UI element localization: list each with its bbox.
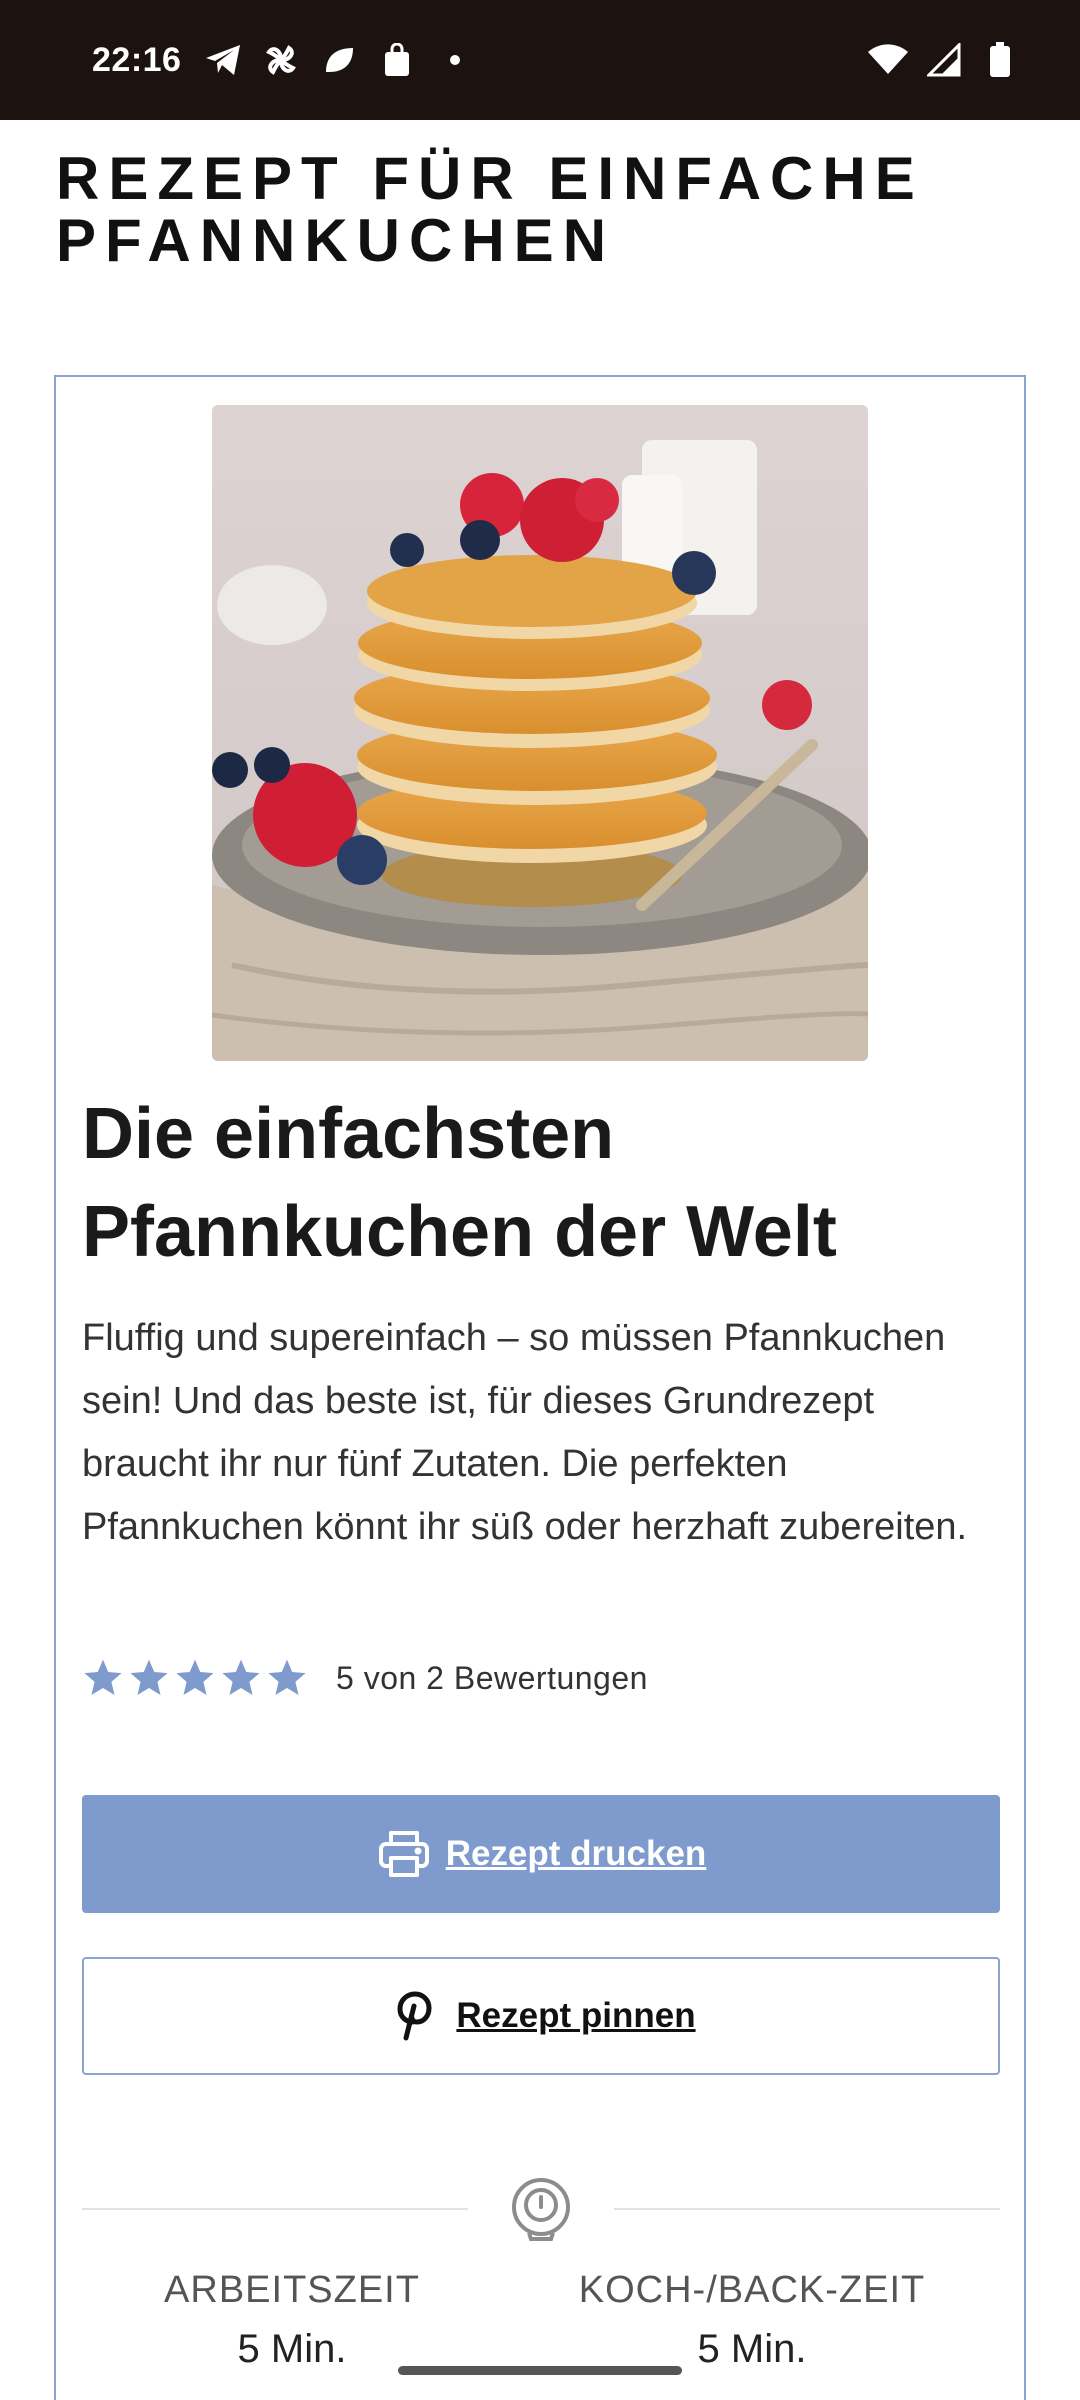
pinterest-icon <box>386 1988 442 2044</box>
rating-stars[interactable] <box>82 1657 308 1699</box>
recipe-name: Die einfachsten Pfannkuchen der Welt <box>82 1094 837 1272</box>
star-icon[interactable] <box>174 1657 216 1699</box>
dot-icon <box>433 38 477 82</box>
home-indicator[interactable] <box>398 2366 682 2375</box>
status-bar-right <box>866 38 1022 82</box>
work-time-label: ARBEITSZEIT <box>164 2269 420 2311</box>
print-recipe-label: Rezept drucken <box>445 1834 707 1873</box>
recipe-summary: Fluffig und supereinfach – so müssen Pfa… <box>82 1317 968 1548</box>
battery-icon <box>978 38 1022 82</box>
divider-line <box>614 2208 1000 2210</box>
work-time: ARBEITSZEIT 5 Min. <box>82 2262 502 2380</box>
status-bar: 22:16 <box>0 0 1080 120</box>
status-time: 22:16 <box>92 40 182 79</box>
star-icon[interactable] <box>82 1657 124 1699</box>
timer-icon <box>509 2177 573 2241</box>
printer-icon <box>376 1826 432 1882</box>
star-icon[interactable] <box>266 1657 308 1699</box>
pinwheel-icon <box>259 38 303 82</box>
print-recipe-button[interactable]: Rezept drucken <box>82 1795 1000 1913</box>
shopping-bag-icon <box>375 38 419 82</box>
status-bar-left: 22:16 <box>92 38 477 82</box>
time-divider <box>82 2177 1000 2241</box>
recipe-rating[interactable]: 5 von 2 Bewertungen <box>82 1657 648 1699</box>
recipe-image <box>212 405 868 1061</box>
telegram-icon <box>201 38 245 82</box>
pin-recipe-label: Rezept pinnen <box>456 1996 696 2035</box>
recipe-card: Die einfachsten Pfannkuchen der Welt Flu… <box>54 375 1026 2400</box>
leaf-icon <box>317 38 361 82</box>
wifi-icon <box>866 38 910 82</box>
rating-text: 5 von 2 Bewertungen <box>336 1659 648 1696</box>
star-icon[interactable] <box>220 1657 262 1699</box>
star-icon[interactable] <box>128 1657 170 1699</box>
divider-line <box>82 2208 468 2210</box>
page-title: REZEPT FÜR EINFACHE PFANNKUCHEN <box>56 145 924 274</box>
cook-time: KOCH-/BACK-ZEIT 5 Min. <box>542 2262 962 2380</box>
pin-recipe-button[interactable]: Rezept pinnen <box>82 1957 1000 2075</box>
cook-time-label: KOCH-/BACK-ZEIT <box>578 2269 926 2311</box>
cellular-signal-icon <box>922 38 966 82</box>
